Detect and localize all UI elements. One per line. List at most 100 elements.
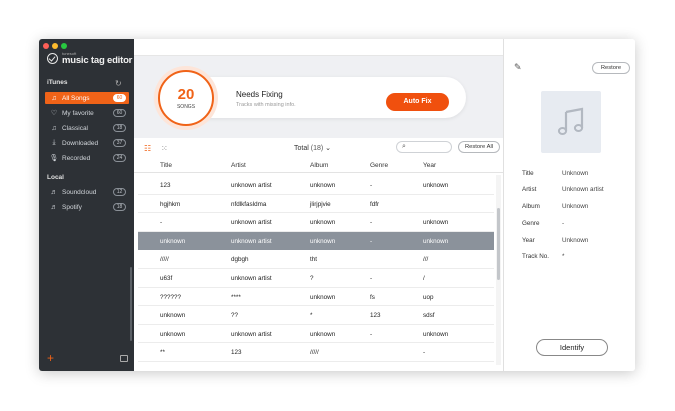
cell-genre: fdfr	[370, 200, 380, 208]
sidebar-item-downloaded[interactable]: ⤓ Downloaded 37	[45, 137, 129, 149]
cell-genre: -	[370, 275, 373, 282]
sidebar-item-my-favorite[interactable]: ♡ My favorite 60	[45, 107, 129, 119]
zoom-window-button[interactable]	[61, 43, 67, 49]
column-header-year[interactable]: Year	[423, 162, 436, 169]
sidebar-item-spotify[interactable]: ♬ Spotify 18	[45, 201, 129, 213]
cell-genre: -	[370, 330, 373, 338]
close-window-button[interactable]	[43, 43, 49, 49]
table-row[interactable]: unknown unknown artist unknown - unknown	[138, 325, 494, 344]
cell-title: unknown	[160, 312, 186, 320]
table-row[interactable]: unknown?? * 123 sdsf	[138, 306, 494, 325]
cell-title: **	[160, 349, 165, 357]
heart-icon: ♡	[50, 110, 58, 117]
table-row[interactable]: ///// dgbgh tht ///	[138, 250, 494, 269]
field-value-title[interactable]: Unknown	[562, 170, 588, 177]
list-toolbar: ☷ ⁙ Total (18) ⌄ ⌕ Restore All	[134, 138, 503, 158]
sidebar-item-classical[interactable]: ♫ Classical 18	[45, 122, 129, 134]
songs-count-badge: 20 SONGS	[158, 70, 214, 126]
cell-artist: dgbgh	[231, 256, 249, 264]
cell-title: hgjhkm	[160, 200, 181, 208]
cell-title: ??????	[160, 293, 182, 301]
column-header-artist[interactable]: Artist	[231, 162, 246, 169]
detail-panel: ✎ Restore Title Unknown Artist Unknown a…	[503, 39, 635, 371]
songs-count: 20	[177, 86, 195, 103]
table-row[interactable]: u63f unknown artist? - /	[138, 269, 494, 288]
album-art[interactable]	[541, 91, 601, 153]
cell-album: ?	[310, 275, 314, 282]
table-row[interactable]: ?????? **** unknown fs uop	[138, 288, 494, 307]
sidebar-scrollbar[interactable]	[130, 267, 132, 341]
sidebar-item-label: Recorded	[62, 154, 91, 162]
local-section-label: Local	[47, 174, 64, 181]
songs-count-label: SONGS	[176, 104, 196, 110]
restore-all-button[interactable]: Restore All	[458, 141, 500, 153]
field-label-title: Title	[522, 170, 534, 177]
field-value-album[interactable]: Unknown	[562, 203, 588, 210]
identify-button[interactable]: Identify	[536, 339, 608, 356]
cell-album: unknown	[310, 237, 336, 245]
restore-button[interactable]: Restore	[592, 62, 630, 74]
field-value-genre[interactable]: -	[562, 220, 564, 227]
total-count: (18)	[310, 145, 324, 152]
cell-artist: 123	[231, 349, 242, 357]
cell-genre: -	[370, 182, 373, 189]
cell-album: unknown	[310, 330, 336, 338]
auto-fix-button[interactable]: Auto Fix	[386, 93, 449, 111]
total-dropdown[interactable]: Total (18) ⌄	[294, 144, 331, 152]
sidebar-item-count: 60	[113, 109, 126, 117]
sidebar-item-label: Downloaded	[62, 139, 99, 147]
cell-album: jlirjpjvie	[310, 200, 331, 208]
table-scrollbar[interactable]	[497, 208, 500, 280]
field-value-year[interactable]: Unknown	[562, 237, 588, 244]
window-mode-icon[interactable]	[120, 355, 128, 362]
sidebar-item-label: Spotify	[62, 203, 82, 211]
cell-album: *	[310, 312, 313, 320]
sidebar-item-label: All Songs	[62, 94, 90, 102]
cell-album: unknown	[310, 219, 336, 227]
sidebar-item-count: 37	[113, 139, 126, 147]
sidebar-item-soundcloud[interactable]: ♬ Soundcloud 12	[45, 186, 129, 198]
cell-title: u63f	[160, 275, 173, 282]
fix-banner: 20 SONGS Needs Fixing Tracks with missin…	[134, 56, 503, 138]
table-row[interactable]: ** 123 ///// -	[138, 343, 494, 362]
search-icon: ⌕	[402, 143, 406, 150]
app-logo: tunesoft music tag editor	[47, 52, 132, 66]
needs-fixing-title: Needs Fixing	[236, 90, 283, 99]
cell-year: /	[423, 275, 425, 282]
edit-icon[interactable]: ✎	[514, 62, 522, 73]
column-header-genre[interactable]: Genre	[370, 162, 388, 169]
add-icon[interactable]: +	[47, 352, 54, 364]
cell-genre: -	[370, 237, 373, 245]
field-value-track-no[interactable]: *	[562, 253, 564, 260]
table-row[interactable]: - unknown artist unknown - unknown	[138, 213, 494, 232]
table-row[interactable]: hgjhkm nfdlkfasldma jlirjpjvie fdfr	[138, 195, 494, 214]
search-input[interactable]: ⌕	[396, 141, 452, 153]
sidebar-item-count: 12	[113, 188, 126, 196]
sidebar-item-recorded[interactable]: 🎙︎ Recorded 24	[45, 152, 129, 164]
music-note-icon	[557, 107, 584, 135]
sidebar-item-label: Soundcloud	[62, 188, 97, 196]
cell-year: unknown	[423, 237, 449, 245]
sidebar: tunesoft music tag editor iTunes ↻ ♫ All…	[39, 39, 134, 371]
minimize-window-button[interactable]	[52, 43, 58, 49]
column-header-album[interactable]: Album	[310, 162, 328, 169]
cell-year: unknown	[423, 330, 449, 338]
cell-title: /////	[160, 256, 169, 264]
itunes-section-label: iTunes	[47, 79, 68, 86]
field-label-year: Year	[522, 237, 535, 244]
column-header-title[interactable]: Title	[160, 162, 172, 169]
cell-artist: unknown artist	[231, 275, 272, 282]
window-controls	[43, 43, 67, 49]
cell-genre: -	[370, 219, 373, 227]
cell-year: unknown	[423, 182, 449, 189]
grid-view-icon[interactable]: ⁙	[161, 144, 168, 153]
field-value-artist[interactable]: Unknown artist	[562, 186, 604, 193]
table-row[interactable]: 123 unknown artist unknown - unknown	[138, 176, 494, 195]
download-icon: ⤓	[52, 139, 56, 146]
sidebar-item-all-songs[interactable]: ♫ All Songs 60	[45, 92, 129, 104]
app-window: tunesoft music tag editor iTunes ↻ ♫ All…	[39, 39, 635, 371]
cell-title: 123	[160, 182, 171, 189]
list-view-icon[interactable]: ☷	[144, 144, 151, 153]
table-row[interactable]: unknown unknown artist unknown - unknown	[138, 231, 494, 251]
refresh-icon[interactable]: ↻	[115, 79, 122, 88]
